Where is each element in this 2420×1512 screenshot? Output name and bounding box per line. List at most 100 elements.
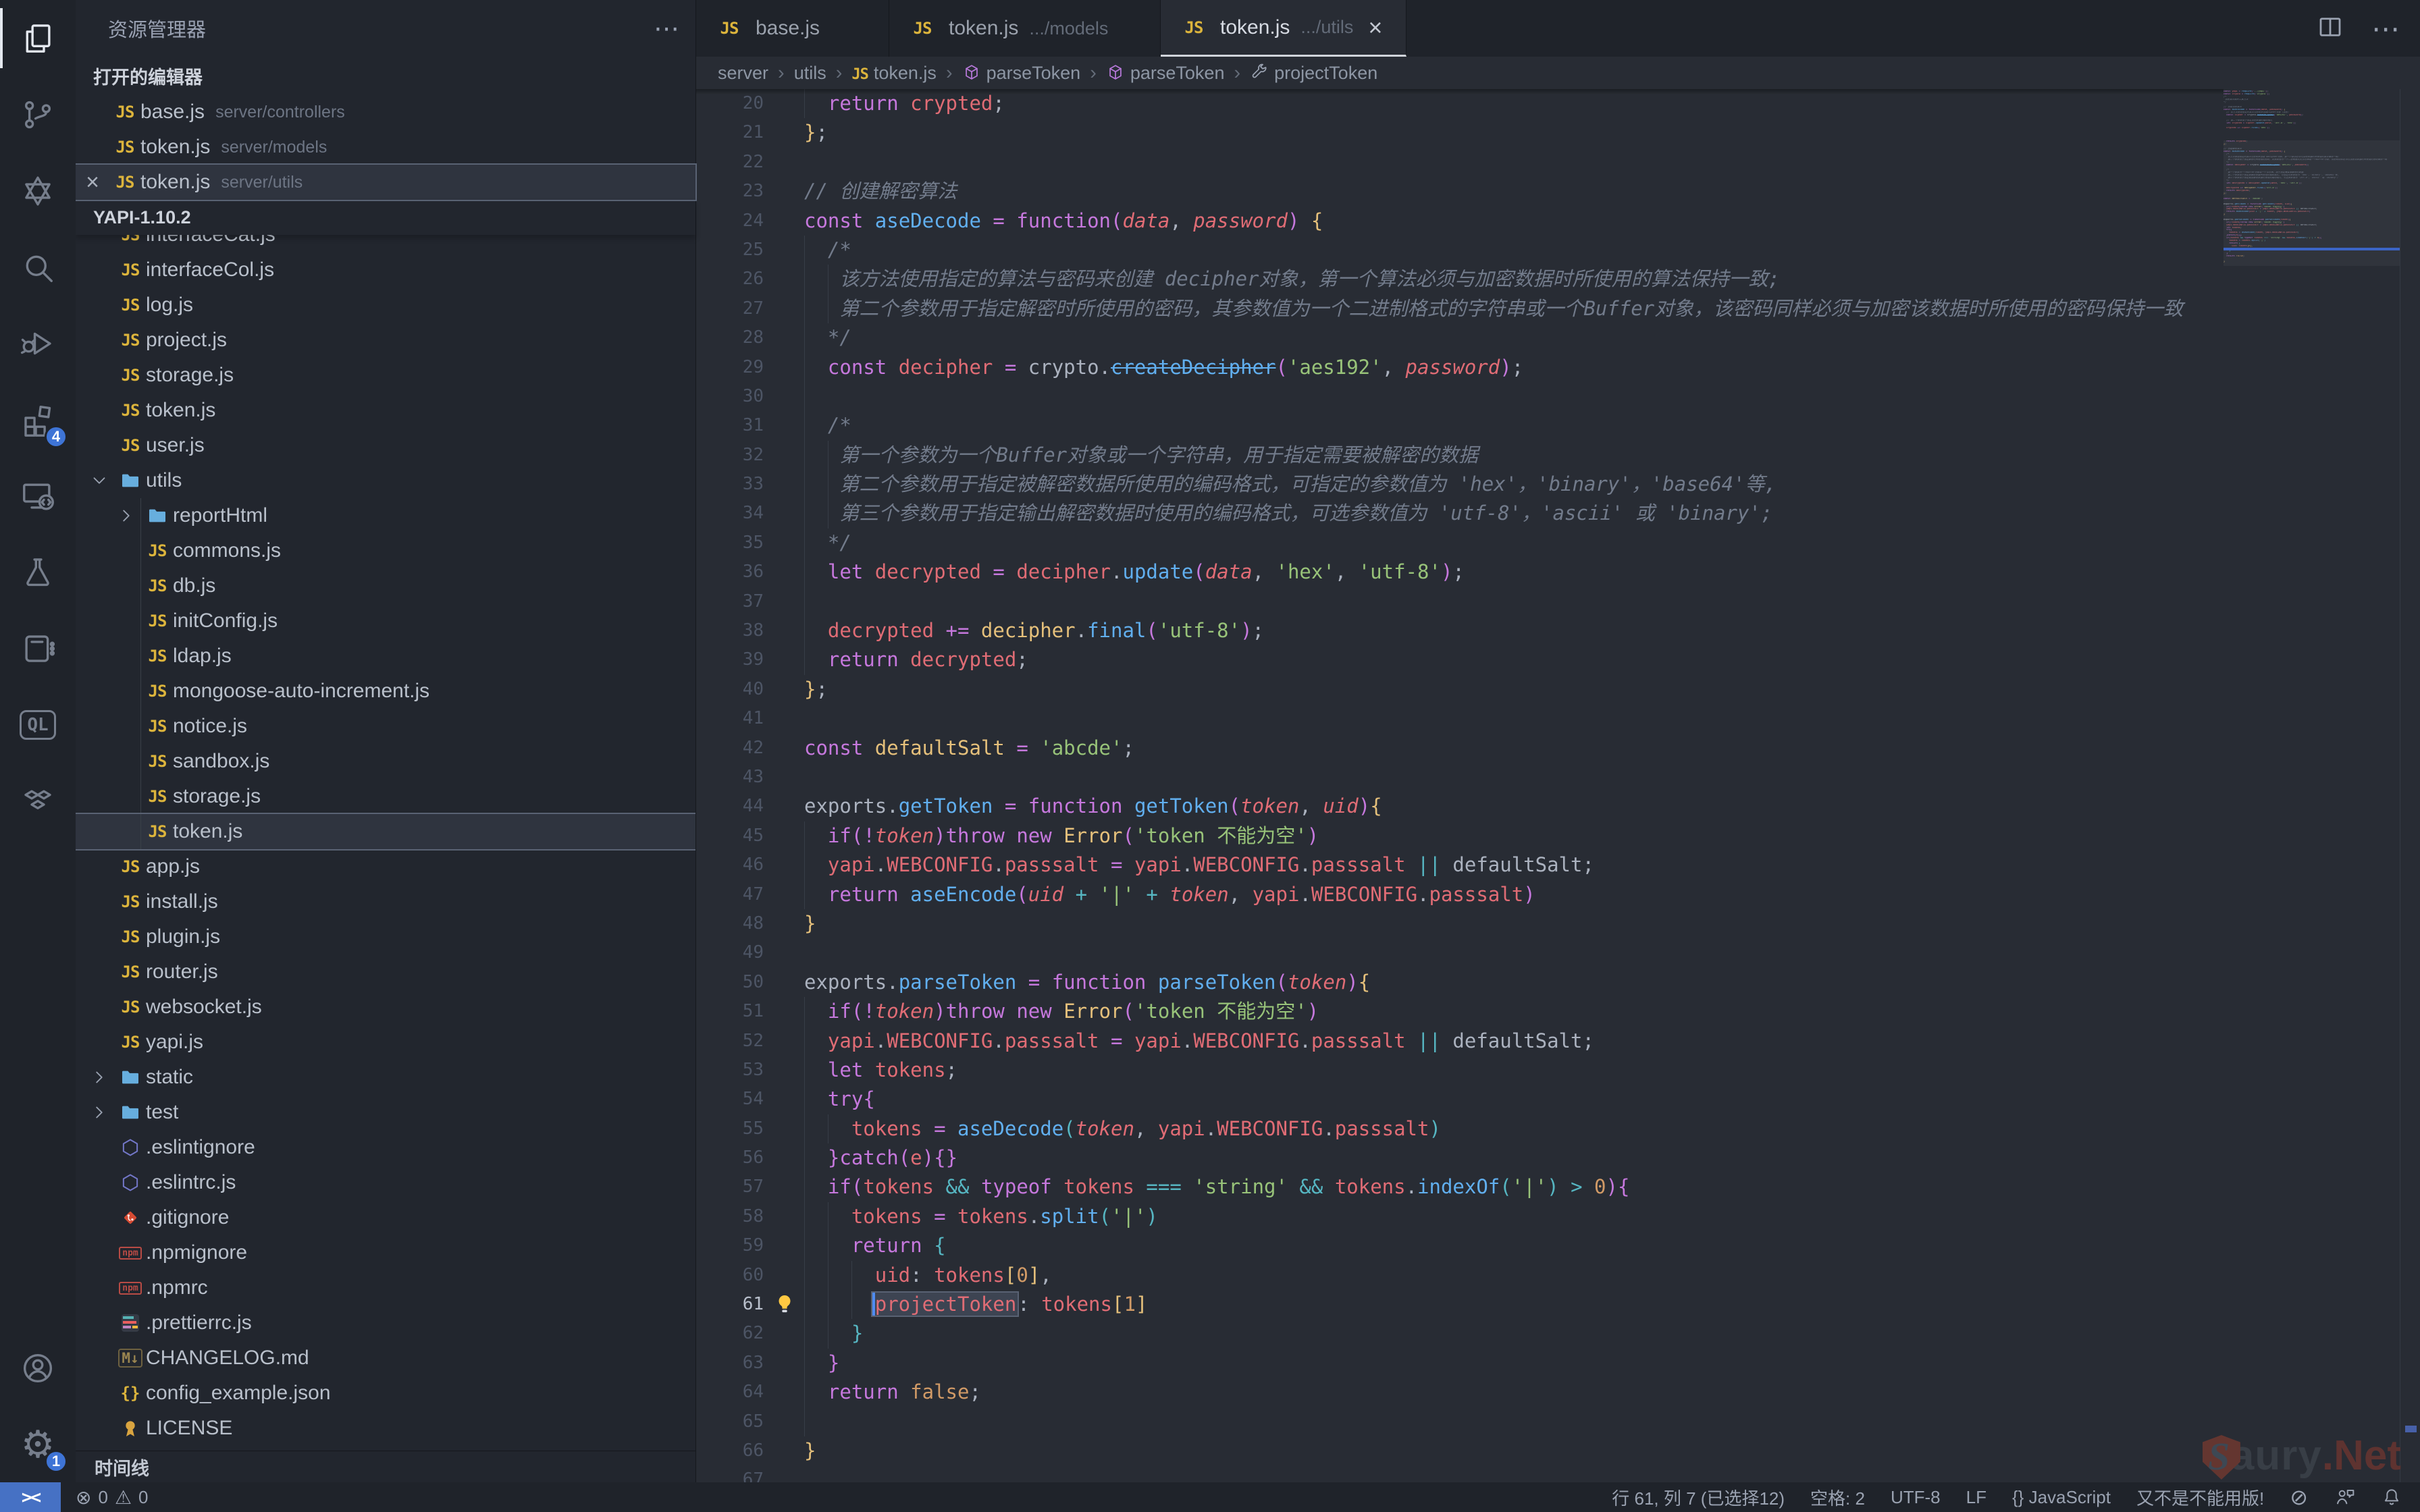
- code-line-52[interactable]: 52 yapi.WEBCONFIG.passsalt = yapi.WEBCON…: [696, 1027, 2224, 1056]
- tree-item-.npmrc[interactable]: npm .npmrc: [76, 1270, 695, 1305]
- breadcrumb-item-token.js[interactable]: JStoken.js: [851, 63, 937, 84]
- code-line-33[interactable]: 33 第二个参数用于指定被解密数据所使用的编码格式，可指定的参数值为 'hex'…: [696, 470, 2224, 499]
- tab-base.js[interactable]: JS base.js: [696, 0, 889, 57]
- code-line-22[interactable]: 22: [696, 148, 2224, 177]
- open-editor-item[interactable]: JS token.js server/models: [76, 130, 695, 165]
- code-line-28[interactable]: 28 */: [696, 323, 2224, 352]
- tree-folder-static[interactable]: static: [76, 1060, 695, 1095]
- open-editor-item[interactable]: × JS token.js server/utils: [73, 165, 695, 200]
- timeline-section-header[interactable]: 时间线: [76, 1451, 695, 1482]
- activity-settings-icon[interactable]: ⚙1: [0, 1406, 76, 1482]
- breadcrumb-item-utils[interactable]: utils: [794, 63, 826, 84]
- activity-chatgpt-extension-icon[interactable]: [0, 153, 76, 229]
- tree-item-commons.js[interactable]: JS commons.js: [76, 533, 695, 568]
- workspace-root-header[interactable]: YAPI-1.10.2: [76, 200, 695, 235]
- code-line-66[interactable]: 66}: [696, 1436, 2224, 1465]
- minimap-viewport[interactable]: [2224, 140, 2400, 266]
- code-line-32[interactable]: 32 第一个参数为一个Buffer对象或一个字符串，用于指定需要被解密的数据: [696, 441, 2224, 470]
- more-actions-icon[interactable]: ⋯: [2371, 12, 2400, 45]
- tree-item-.prettierrc.js[interactable]: .prettierrc.js: [76, 1305, 695, 1341]
- encoding-status[interactable]: UTF-8: [1891, 1487, 1941, 1508]
- code-line-45[interactable]: 45 if(!token)throw new Error('token 不能为空…: [696, 821, 2224, 850]
- code-line-63[interactable]: 63 }: [696, 1349, 2224, 1378]
- tree-item-user.js[interactable]: JS user.js: [76, 428, 695, 463]
- code-line-38[interactable]: 38 decrypted += decipher.final('utf-8');: [696, 616, 2224, 645]
- code-line-67[interactable]: 67: [696, 1465, 2224, 1482]
- tree-item-CHANGELOG.md[interactable]: M↓ CHANGELOG.md: [76, 1341, 695, 1376]
- language-status[interactable]: {} JavaScript: [2012, 1487, 2111, 1508]
- tree-item-.eslintignore[interactable]: .eslintignore: [76, 1130, 695, 1165]
- code-line-55[interactable]: 55 tokens = aseDecode(token, yapi.WEBCON…: [696, 1114, 2224, 1143]
- remote-indicator[interactable]: ><: [0, 1482, 61, 1512]
- tab-token.js.../models[interactable]: JS token.js.../models: [889, 0, 1161, 57]
- tree-item-storage.js[interactable]: JS storage.js: [76, 779, 695, 814]
- code-line-44[interactable]: 44exports.getToken = function getToken(t…: [696, 792, 2224, 821]
- code-line-51[interactable]: 51 if(!token)throw new Error('token 不能为空…: [696, 997, 2224, 1026]
- split-editor-icon[interactable]: [2316, 13, 2344, 45]
- tree-item-config_example.json[interactable]: {} config_example.json: [76, 1376, 695, 1411]
- code-line-24[interactable]: 24const aseDecode = function(data, passw…: [696, 207, 2224, 236]
- tree-item-initConfig.js[interactable]: JS initConfig.js: [76, 603, 695, 639]
- code-line-39[interactable]: 39 return decrypted;: [696, 645, 2224, 674]
- breadcrumb-item-server[interactable]: server: [718, 63, 768, 84]
- activity-run-debug-icon[interactable]: [0, 305, 76, 381]
- tree-item-router.js[interactable]: JS router.js: [76, 954, 695, 990]
- minimap[interactable]: const yapi = require('../yapi');const cr…: [2224, 90, 2400, 266]
- code-line-35[interactable]: 35 */: [696, 529, 2224, 558]
- code-line-46[interactable]: 46 yapi.WEBCONFIG.passsalt = yapi.WEBCON…: [696, 850, 2224, 880]
- code-line-30[interactable]: 30: [696, 382, 2224, 411]
- code-line-50[interactable]: 50exports.parseToken = function parseTok…: [696, 968, 2224, 997]
- code-line-43[interactable]: 43: [696, 763, 2224, 792]
- code-line-54[interactable]: 54 try{: [696, 1085, 2224, 1114]
- code-line-26[interactable]: 26 该方法使用指定的算法与密码来创建 decipher对象，第一个算法必须与加…: [696, 265, 2224, 294]
- activity-search-icon[interactable]: [0, 229, 76, 305]
- code-line-47[interactable]: 47 return aseEncode(uid + '|' + token, y…: [696, 880, 2224, 909]
- code-line-62[interactable]: 62 }: [696, 1319, 2224, 1348]
- tree-item-.gitignore[interactable]: .gitignore: [76, 1200, 695, 1235]
- code-line-25[interactable]: 25 /*: [696, 236, 2224, 265]
- code-line-21[interactable]: 21};: [696, 118, 2224, 147]
- notifications-bell-icon[interactable]: [2381, 1486, 2402, 1509]
- code-line-65[interactable]: 65: [696, 1407, 2224, 1436]
- code-line-56[interactable]: 56 }catch(e){}: [696, 1143, 2224, 1172]
- cursor-position-status[interactable]: 行 61, 列 7 (已选择12): [1612, 1485, 1785, 1510]
- code-line-49[interactable]: 49: [696, 938, 2224, 967]
- open-editor-item[interactable]: JS base.js server/controllers: [76, 94, 695, 130]
- tree-item-db.js[interactable]: JS db.js: [76, 568, 695, 603]
- tree-item-project.js[interactable]: JS project.js: [76, 323, 695, 358]
- activity-extensions-icon[interactable]: 4: [0, 381, 76, 458]
- activity-remote-explorer-icon[interactable]: [0, 458, 76, 534]
- code-line-27[interactable]: 27 第二个参数用于指定解密时所使用的密码，其参数值为一个二进制格式的字符串或一…: [696, 294, 2224, 323]
- tree-item-ldap.js[interactable]: JS ldap.js: [76, 639, 695, 674]
- code-line-64[interactable]: 64 return false;: [696, 1378, 2224, 1407]
- code-line-42[interactable]: 42const defaultSalt = 'abcde';: [696, 734, 2224, 763]
- tree-item-sandbox.js[interactable]: JS sandbox.js: [76, 744, 695, 779]
- tree-item-notice.js[interactable]: JS notice.js: [76, 709, 695, 744]
- close-icon[interactable]: ×: [76, 169, 109, 196]
- tree-item-websocket.js[interactable]: JS websocket.js: [76, 990, 695, 1025]
- code-line-61[interactable]: 61 projectToken: tokens[1]: [696, 1290, 2224, 1319]
- code-line-40[interactable]: 40};: [696, 675, 2224, 704]
- code-line-57[interactable]: 57 if(tokens && typeof tokens === 'strin…: [696, 1172, 2224, 1202]
- tree-item-install.js[interactable]: JS install.js: [76, 884, 695, 919]
- eol-status[interactable]: LF: [1966, 1487, 1987, 1508]
- code-line-58[interactable]: 58 tokens = tokens.split('|'): [696, 1202, 2224, 1231]
- code-line-60[interactable]: 60 uid: tokens[0],: [696, 1261, 2224, 1290]
- code-line-36[interactable]: 36 let decrypted = decipher.update(data,…: [696, 558, 2224, 587]
- problems-status[interactable]: ⊗ 0 ⚠ 0: [76, 1486, 149, 1509]
- code-line-37[interactable]: 37: [696, 587, 2224, 616]
- tree-item-storage.js[interactable]: JS storage.js: [76, 358, 695, 393]
- code-line-59[interactable]: 59 return {: [696, 1231, 2224, 1260]
- code-line-41[interactable]: 41: [696, 704, 2224, 733]
- breadcrumb-item-projectToken[interactable]: projectToken: [1250, 63, 1377, 84]
- overview-ruler[interactable]: [2400, 89, 2420, 1482]
- tab-token.js.../utils[interactable]: JS token.js.../utils×: [1161, 0, 1406, 57]
- tree-item-interfaceCol.js[interactable]: JS interfaceCol.js: [76, 252, 695, 288]
- code-line-34[interactable]: 34 第三个参数用于指定输出解密数据时使用的编码格式，可选参数值为 'utf-8…: [696, 499, 2224, 528]
- tree-item-interfaceCat.js[interactable]: JS interfaceCat.js: [76, 235, 695, 252]
- tree-item-LICENSE[interactable]: LICENSE: [76, 1411, 695, 1446]
- activity-testing-icon[interactable]: [0, 534, 76, 610]
- tree-folder-utils[interactable]: utils: [76, 463, 695, 498]
- code-line-31[interactable]: 31 /*: [696, 411, 2224, 440]
- sidebar-more-actions-icon[interactable]: ⋯: [654, 14, 679, 44]
